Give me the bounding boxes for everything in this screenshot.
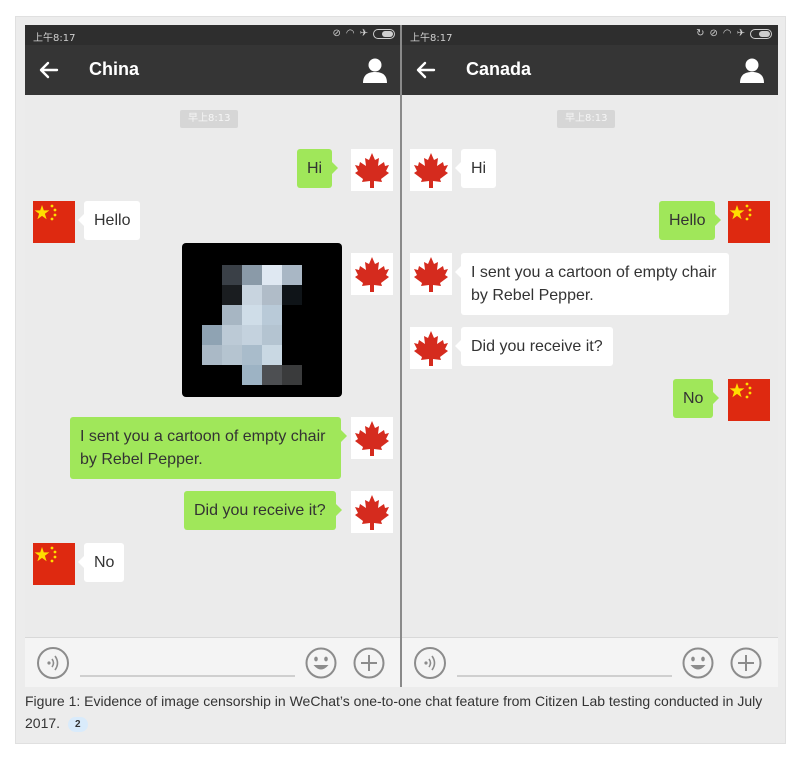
mute-icon: ⊘ — [332, 28, 341, 39]
profile-person-icon[interactable] — [740, 57, 764, 83]
maple-leaf-icon — [355, 153, 389, 188]
battery-icon — [750, 28, 772, 39]
message-bubble-received[interactable]: Did you receive it? — [455, 327, 613, 366]
airplane-icon: ✈ — [359, 28, 368, 39]
message-bubble-sent[interactable]: Hi — [297, 149, 339, 188]
canada-avatar[interactable] — [410, 327, 452, 369]
chat-input-bar — [402, 637, 778, 687]
wifi-icon: ◠ — [722, 28, 732, 39]
china-avatar[interactable] — [33, 201, 75, 243]
maple-leaf-icon — [414, 257, 448, 292]
china-flag-icon — [728, 201, 770, 243]
message-bubble-sent[interactable]: Did you receive it? — [184, 491, 342, 530]
voice-icon[interactable] — [37, 647, 69, 679]
message-bubble-sent[interactable]: I sent you a cartoon of empty chair by R… — [70, 417, 347, 479]
plus-icon[interactable] — [730, 647, 762, 679]
plus-icon[interactable] — [353, 647, 385, 679]
back-arrow-icon[interactable] — [37, 58, 61, 82]
wifi-icon: ◠ — [345, 28, 355, 39]
chat-title: Canada — [466, 59, 532, 79]
phone-screen-canada: 上午8:17 ↻ ⊘ ◠ ✈ Canada 早上8:13 Hi Hello I … — [402, 25, 778, 687]
caption-text: Figure 1: Evidence of image censorship i… — [25, 693, 763, 731]
canada-avatar[interactable] — [351, 491, 393, 533]
china-flag-icon — [33, 201, 75, 243]
china-flag-icon — [728, 379, 770, 421]
message-timestamp: 早上8:13 — [557, 110, 616, 128]
message-bubble-sent[interactable]: Hello — [659, 201, 722, 240]
chat-input-bar — [25, 637, 401, 687]
status-bar: 上午8:17 ⊘ ◠ ✈ — [25, 25, 401, 45]
profile-person-icon[interactable] — [363, 57, 387, 83]
smiley-icon[interactable] — [682, 647, 714, 679]
chat-header: Canada — [402, 45, 778, 95]
canada-avatar[interactable] — [351, 417, 393, 459]
canada-avatar[interactable] — [351, 149, 393, 191]
status-icons: ↻ ⊘ ◠ ✈ — [696, 28, 772, 39]
sync-icon: ↻ — [696, 28, 705, 39]
china-flag-icon — [33, 543, 75, 585]
china-avatar[interactable] — [728, 379, 770, 421]
maple-leaf-icon — [414, 331, 448, 366]
status-time: 上午8:17 — [33, 33, 76, 44]
status-bar: 上午8:17 ↻ ⊘ ◠ ✈ — [402, 25, 778, 45]
back-arrow-icon[interactable] — [414, 58, 438, 82]
china-avatar[interactable] — [728, 201, 770, 243]
battery-icon — [373, 28, 395, 39]
message-bubble-received[interactable]: Hi — [454, 149, 497, 188]
status-time: 上午8:17 — [410, 33, 453, 44]
figure: 上午8:17 ⊘ ◠ ✈ China 早上8:13 Hi Hello I sen… — [15, 16, 786, 744]
message-timestamp: 早上8:13 — [180, 110, 239, 128]
maple-leaf-icon — [414, 153, 448, 188]
smiley-icon[interactable] — [305, 647, 337, 679]
message-bubble-received[interactable]: No — [77, 543, 125, 582]
canada-avatar[interactable] — [410, 149, 452, 191]
maple-leaf-icon — [355, 421, 389, 456]
chat-title: China — [89, 59, 140, 79]
message-bubble-sent[interactable]: No — [673, 379, 720, 418]
canada-avatar[interactable] — [351, 253, 393, 295]
footnote-badge[interactable]: 2 — [67, 717, 88, 732]
message-text-field[interactable] — [80, 675, 295, 677]
china-avatar[interactable] — [33, 543, 75, 585]
maple-leaf-icon — [355, 257, 389, 292]
message-bubble-received[interactable]: Hello — [77, 201, 141, 240]
mute-icon: ⊘ — [709, 28, 718, 39]
message-text-field[interactable] — [457, 675, 672, 677]
message-bubble-received[interactable]: I sent you a cartoon of empty chair by R… — [455, 253, 729, 315]
status-icons: ⊘ ◠ ✈ — [332, 28, 395, 39]
figure-caption: Figure 1: Evidence of image censorship i… — [25, 690, 765, 734]
phone-screen-china: 上午8:17 ⊘ ◠ ✈ China 早上8:13 Hi Hello I sen… — [25, 25, 401, 687]
airplane-icon: ✈ — [736, 28, 745, 39]
censored-image[interactable] — [182, 243, 342, 397]
maple-leaf-icon — [355, 495, 389, 530]
voice-icon[interactable] — [414, 647, 446, 679]
chat-header: China — [25, 45, 401, 95]
canada-avatar[interactable] — [410, 253, 452, 295]
